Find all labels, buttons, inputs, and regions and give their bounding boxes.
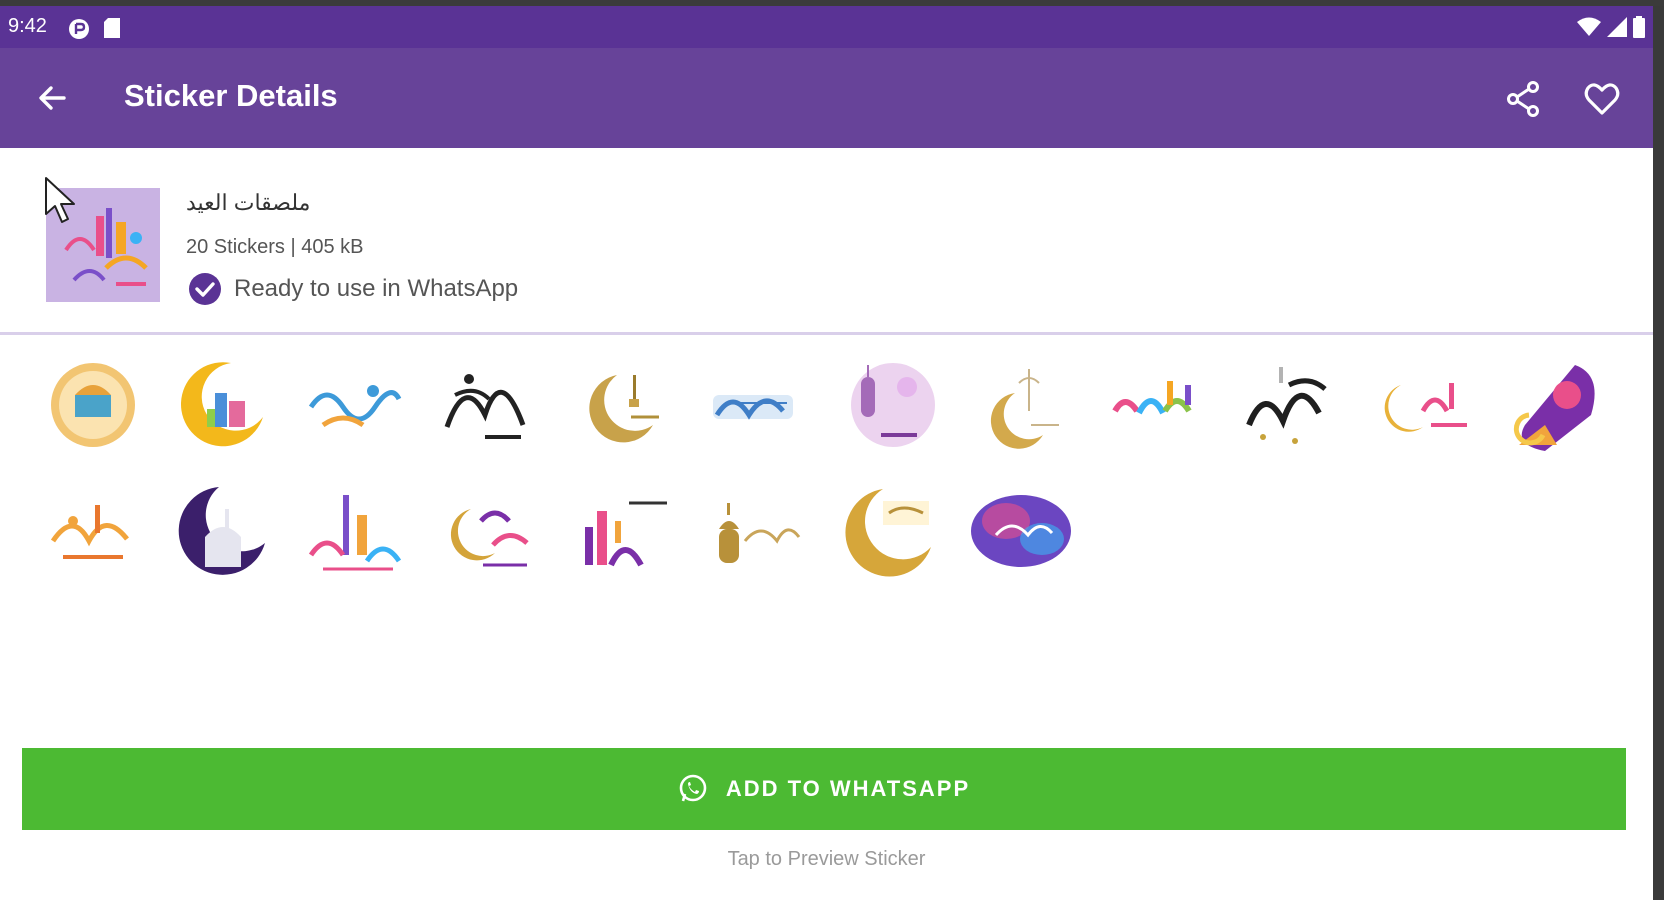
sticker-17[interactable] (566, 476, 676, 586)
preview-hint: Tap to Preview Sticker (727, 848, 926, 870)
pack-name: ملصقات العيد (186, 190, 311, 215)
divider (0, 332, 1653, 335)
pack-meta: 20 Stickers | 405 kB (186, 236, 364, 258)
page-title: Sticker Details (124, 78, 338, 113)
sticker-16[interactable] (432, 476, 542, 586)
device-bezel-top (0, 0, 1664, 6)
sticker-3[interactable] (298, 350, 408, 460)
status-icons (1577, 16, 1645, 42)
signal-icon (1607, 17, 1627, 41)
sticker-12[interactable] (1500, 350, 1610, 460)
share-icon (1507, 81, 1539, 117)
mouse-cursor-icon (44, 176, 78, 228)
wifi-icon (1577, 17, 1601, 41)
check-circle-icon (189, 273, 221, 305)
sticker-1[interactable] (38, 350, 148, 460)
sticker-7[interactable] (832, 350, 942, 460)
arrow-left-icon (39, 86, 66, 110)
share-button[interactable] (1502, 78, 1544, 120)
ready-text: Ready to use in WhatsApp (234, 275, 519, 302)
sticker-5[interactable] (566, 350, 676, 460)
pack-header: ملصقات العيد 20 Stickers | 405 kB Ready … (0, 148, 1653, 334)
sticker-grid (0, 340, 1653, 600)
whatsapp-icon (679, 774, 707, 802)
sticker-11[interactable] (1366, 350, 1476, 460)
add-to-whatsapp-label: ADD TO WHATSAPP (725, 776, 971, 801)
sticker-10[interactable] (1234, 350, 1344, 460)
sticker-6[interactable] (698, 350, 808, 460)
sync-icon (68, 18, 90, 40)
app-bar: Sticker Details (0, 48, 1653, 148)
sticker-13[interactable] (38, 476, 148, 586)
heart-outline-icon (1584, 83, 1620, 115)
device-screen: 9:42 Sticker Details ملصقات العيد 20 Sti… (0, 0, 1653, 900)
sticker-15[interactable] (298, 476, 408, 586)
sticker-2[interactable] (166, 350, 276, 460)
ready-status: Ready to use in WhatsApp (188, 272, 518, 306)
sticker-8[interactable] (968, 350, 1078, 460)
sticker-18[interactable] (698, 476, 808, 586)
favorite-button[interactable] (1580, 78, 1624, 120)
sticker-19[interactable] (832, 476, 942, 586)
battery-icon (1633, 16, 1645, 42)
back-button[interactable] (32, 78, 72, 118)
device-bezel-right (1653, 0, 1664, 900)
sticker-14[interactable] (166, 476, 276, 586)
sticker-9[interactable] (1100, 350, 1210, 460)
add-to-whatsapp-button[interactable]: ADD TO WHATSAPP (22, 748, 1626, 830)
sd-card-icon (104, 18, 120, 38)
sticker-20[interactable] (966, 476, 1076, 586)
status-bar: 9:42 (0, 6, 1653, 48)
sticker-4[interactable] (430, 350, 540, 460)
status-time: 9:42 (8, 15, 47, 37)
